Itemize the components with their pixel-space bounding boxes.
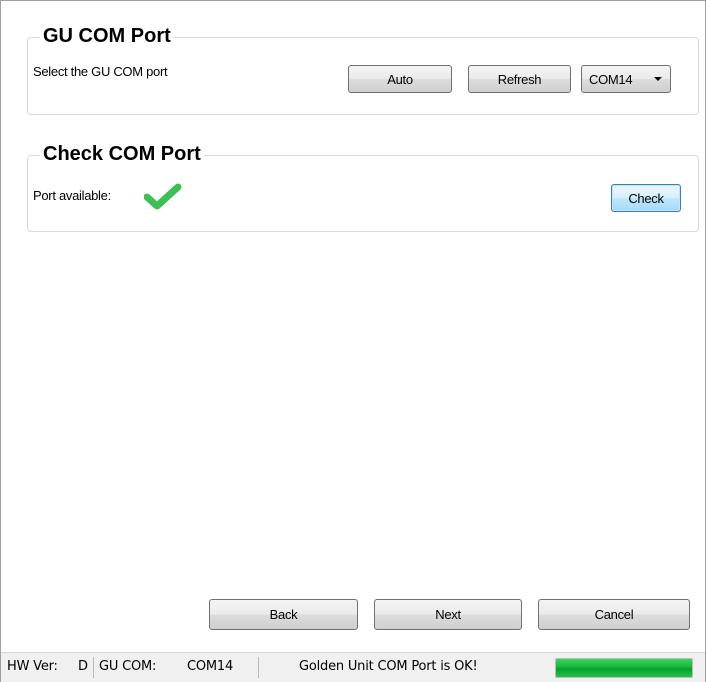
hw-ver-label: HW Ver:	[7, 659, 58, 674]
status-separator	[93, 657, 94, 678]
status-progress-bar	[555, 658, 693, 678]
com-port-select-value: COM14	[589, 72, 633, 87]
gu-com-port-group: GU COM Port Select the GU COM port Auto …	[27, 24, 699, 115]
status-bar: HW Ver: D GU COM: COM14 Golden Unit COM …	[1, 652, 705, 682]
gu-com-label: GU COM:	[99, 659, 157, 674]
auto-button[interactable]: Auto	[348, 65, 452, 93]
refresh-button[interactable]: Refresh	[468, 65, 571, 93]
gu-com-value: COM14	[187, 659, 234, 674]
check-com-port-title: Check COM Port	[40, 142, 204, 166]
gu-com-port-title: GU COM Port	[40, 24, 174, 48]
status-progress-fill	[556, 659, 692, 677]
hw-ver-value: D	[78, 659, 88, 674]
check-button[interactable]: Check	[611, 184, 681, 212]
port-available-label: Port available:	[33, 188, 111, 203]
back-button[interactable]: Back	[209, 599, 358, 630]
next-button[interactable]: Next	[374, 599, 522, 630]
check-com-port-group: Check COM Port Port available: Check	[27, 142, 699, 232]
cancel-button[interactable]: Cancel	[538, 599, 690, 630]
status-message: Golden Unit COM Port is OK!	[299, 659, 478, 674]
checkmark-icon	[143, 181, 184, 213]
status-separator	[258, 657, 259, 678]
chevron-down-icon	[654, 77, 662, 81]
com-port-select[interactable]: COM14	[581, 65, 671, 93]
gu-com-port-instruction: Select the GU COM port	[33, 64, 168, 79]
